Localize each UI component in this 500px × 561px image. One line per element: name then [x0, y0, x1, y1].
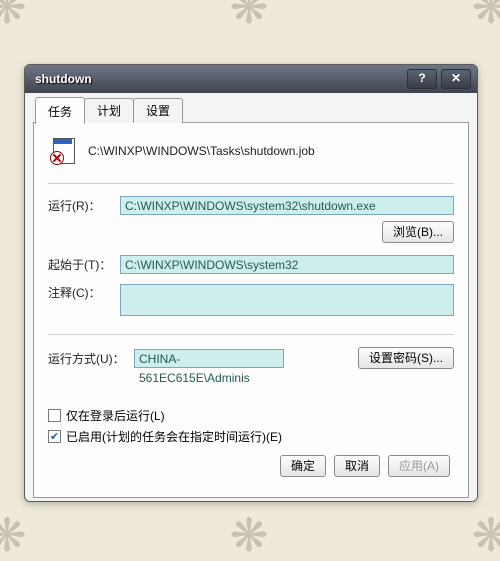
- close-button[interactable]: ✕: [441, 69, 471, 89]
- apply-button: 应用(A): [388, 455, 450, 477]
- job-file-row: C:\WINXP\WINDOWS\Tasks\shutdown.job: [50, 137, 454, 165]
- start-in-label: 起始于(T)：: [48, 256, 120, 273]
- enabled-checkbox[interactable]: ✔: [48, 430, 61, 443]
- tab-strip: 任务 计划 设置: [35, 101, 469, 123]
- tab-task[interactable]: 任务: [35, 97, 85, 124]
- ok-button[interactable]: 确定: [280, 455, 326, 477]
- comments-input[interactable]: [120, 284, 454, 316]
- job-file-icon: [50, 137, 78, 165]
- client-area: 任务 计划 设置 C:\WINXP\WINDOWS\Tasks\shutdown…: [25, 93, 477, 501]
- title-bar[interactable]: shutdown ? ✕: [25, 65, 477, 93]
- run-label: 运行(R)：: [48, 197, 120, 214]
- enabled-row: ✔ 已启用(计划的任务会在指定时间运行)(E): [48, 428, 454, 445]
- run-as-label: 运行方式(U)：: [48, 350, 134, 367]
- run-input[interactable]: C:\WINXP\WINDOWS\system32\shutdown.exe: [120, 196, 454, 215]
- comments-label: 注释(C)：: [48, 284, 120, 301]
- tab-schedule[interactable]: 计划: [84, 98, 134, 123]
- start-in-row: 起始于(T)： C:\WINXP\WINDOWS\system32: [48, 255, 454, 274]
- login-only-row: 仅在登录后运行(L): [48, 407, 454, 424]
- divider: [48, 183, 454, 184]
- comments-row: 注释(C)：: [48, 284, 454, 316]
- run-as-row: 运行方式(U)： CHINA-561EC615E\Adminis 设置密码(S)…: [48, 347, 454, 369]
- login-only-checkbox[interactable]: [48, 409, 61, 422]
- window-title: shutdown: [35, 72, 403, 86]
- login-only-label: 仅在登录后运行(L): [66, 407, 165, 424]
- cancel-button[interactable]: 取消: [334, 455, 380, 477]
- dialog-buttons: 确定 取消 应用(A): [48, 455, 454, 477]
- job-file-path: C:\WINXP\WINDOWS\Tasks\shutdown.job: [88, 144, 315, 158]
- run-as-input[interactable]: CHINA-561EC615E\Adminis: [134, 349, 284, 368]
- tab-settings[interactable]: 设置: [133, 98, 183, 123]
- tab-panel-task: C:\WINXP\WINDOWS\Tasks\shutdown.job 运行(R…: [33, 122, 469, 498]
- dialog-window: shutdown ? ✕ 任务 计划 设置 C:\WINXP\WINDOWS\T…: [24, 64, 478, 502]
- divider: [48, 334, 454, 335]
- start-in-input[interactable]: C:\WINXP\WINDOWS\system32: [120, 255, 454, 274]
- browse-button[interactable]: 浏览(B)...: [382, 221, 454, 243]
- help-button[interactable]: ?: [407, 69, 437, 89]
- run-row: 运行(R)： C:\WINXP\WINDOWS\system32\shutdow…: [48, 196, 454, 215]
- enabled-label: 已启用(计划的任务会在指定时间运行)(E): [66, 428, 282, 445]
- set-password-button[interactable]: 设置密码(S)...: [358, 347, 454, 369]
